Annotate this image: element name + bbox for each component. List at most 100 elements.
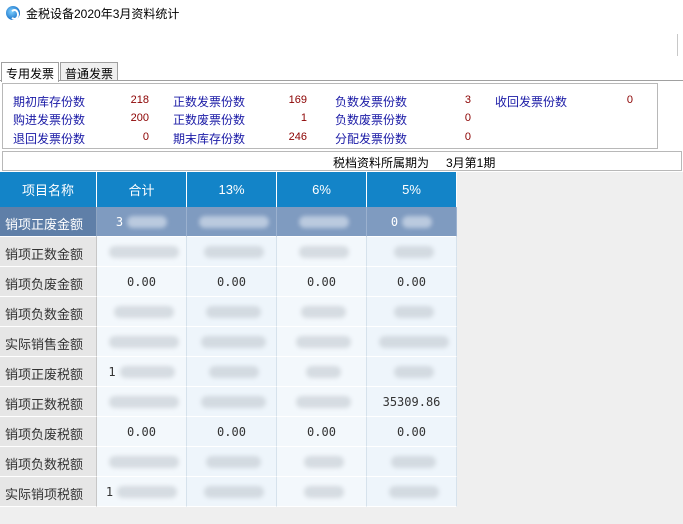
table-cell[interactable]: 0.00 [277, 417, 367, 447]
redaction-mask [108, 395, 179, 408]
table-cell[interactable] [187, 297, 277, 327]
table-cell[interactable] [277, 237, 367, 267]
table-cell[interactable] [277, 327, 367, 357]
table-cell[interactable] [367, 327, 457, 357]
header-rate-6[interactable]: 6% [277, 172, 367, 207]
cell-value: 0.00 [397, 274, 426, 289]
row-label: 销项正废金额 [0, 207, 97, 237]
redaction-mask [393, 365, 434, 378]
table-cell[interactable] [187, 327, 277, 357]
table-cell[interactable] [187, 207, 277, 237]
table-cell[interactable] [277, 387, 367, 417]
redaction-mask [303, 455, 344, 468]
table-cell[interactable] [187, 387, 277, 417]
table-cell[interactable]: 0.00 [187, 267, 277, 297]
closing-stock-value: 246 [288, 131, 307, 143]
table-row[interactable]: 销项负废金额 0.00 0.00 0.00 0.00 [0, 267, 457, 297]
table-cell[interactable]: 0.00 [367, 417, 457, 447]
redaction-mask [206, 455, 261, 468]
table-cell[interactable] [277, 477, 367, 507]
table-cell[interactable]: 0 [367, 207, 457, 237]
redaction-mask [298, 245, 349, 258]
recovered-invoice-label: 收回发票份数 [495, 95, 568, 109]
table-row[interactable]: 销项正废金额 3 0 [0, 207, 457, 237]
table-cell[interactable] [97, 297, 187, 327]
window-title: 金税设备2020年3月资料统计 [26, 7, 180, 21]
table-cell[interactable] [187, 477, 277, 507]
table-row[interactable]: 实际销售金额 [0, 327, 457, 357]
table-cell[interactable] [187, 357, 277, 387]
table-cell[interactable] [367, 237, 457, 267]
cell-value: 0.00 [217, 274, 246, 289]
table-cell[interactable] [97, 447, 187, 477]
table-row[interactable]: 销项负数金额 [0, 297, 457, 327]
row-label: 销项负数税额 [0, 447, 97, 477]
purchased-invoice-label: 购进发票份数 [13, 113, 86, 127]
positive-void-value: 1 [300, 112, 307, 124]
redaction-mask [388, 485, 439, 498]
table-cell[interactable] [367, 297, 457, 327]
cell-value: 1 [105, 484, 114, 499]
period-bar: 税档资料所属期为 3月第1期 [2, 151, 682, 171]
redaction-mask [203, 245, 264, 258]
table-cell[interactable] [97, 387, 187, 417]
table-cell[interactable] [367, 447, 457, 477]
table-cell[interactable] [187, 237, 277, 267]
table-row[interactable]: 销项正数税额 35309.86 [0, 387, 457, 417]
table-cell[interactable]: 35309.86 [367, 387, 457, 417]
table-cell[interactable]: 3 [97, 207, 187, 237]
table-cell[interactable] [367, 477, 457, 507]
tab-special-invoice[interactable]: 专用发票 [1, 62, 60, 82]
toolbar-area [0, 26, 683, 62]
cell-value: 0.00 [127, 424, 156, 439]
negative-void-label: 负数废票份数 [335, 113, 408, 127]
redaction-mask [391, 455, 436, 468]
header-rate-5[interactable]: 5% [367, 172, 457, 207]
table-cell[interactable] [97, 237, 187, 267]
redaction-mask [201, 395, 266, 408]
tab-ordinary-invoice[interactable]: 普通发票 [60, 62, 119, 81]
negative-void-value: 0 [464, 112, 471, 124]
table-cell[interactable] [277, 207, 367, 237]
summary-table: 项目名称 合计 13% 6% 5% 销项正废金额 3 0 销项正数金额 销项负废金额 0.… [0, 172, 683, 524]
table-empty-area [457, 207, 683, 524]
table-cell[interactable]: 0.00 [187, 417, 277, 447]
row-label: 销项负废金额 [0, 267, 97, 297]
table-cell[interactable] [187, 447, 277, 477]
redaction-mask [378, 335, 449, 348]
table-cell[interactable]: 1 [97, 357, 187, 387]
distributed-invoice-value: 0 [464, 131, 471, 143]
table-row[interactable]: 销项正废税额 1 [0, 357, 457, 387]
table-cell[interactable]: 0.00 [97, 417, 187, 447]
redaction-mask [296, 395, 351, 408]
redaction-mask [127, 215, 168, 228]
table-cell[interactable] [277, 447, 367, 477]
table-row[interactable]: 销项正数金额 [0, 237, 457, 267]
redaction-mask [108, 455, 179, 468]
distributed-invoice-label: 分配发票份数 [335, 132, 408, 146]
table-cell[interactable]: 0.00 [367, 267, 457, 297]
header-rate-13[interactable]: 13% [187, 172, 277, 207]
header-total[interactable]: 合计 [97, 172, 187, 207]
table-cell[interactable] [277, 357, 367, 387]
cell-value: 1 [108, 364, 116, 379]
invoice-stats-panel: 期初库存份数 218 正数发票份数 169 负数发票份数 3 收回发票份数 0 … [2, 83, 658, 149]
table-row[interactable]: 销项负数税额 [0, 447, 457, 477]
toolbar-divider [677, 34, 678, 56]
table-row[interactable]: 销项负废税额 0.00 0.00 0.00 0.00 [0, 417, 457, 447]
positive-void-label: 正数废票份数 [173, 113, 246, 127]
table-cell[interactable]: 1 [97, 477, 187, 507]
redaction-mask [108, 245, 179, 258]
table-cell[interactable]: 0.00 [277, 267, 367, 297]
table-cell[interactable]: 0.00 [97, 267, 187, 297]
redaction-mask [393, 305, 434, 318]
header-item-name[interactable]: 项目名称 [0, 172, 97, 207]
table-cell[interactable] [277, 297, 367, 327]
table-cell[interactable] [367, 357, 457, 387]
cell-value: 0.00 [217, 424, 246, 439]
returned-invoice-value: 0 [142, 131, 149, 143]
invoice-type-tabs: 专用发票 普通发票 [0, 62, 683, 82]
table-row[interactable]: 实际销项税额 1 [0, 477, 457, 507]
table-cell[interactable] [97, 327, 187, 357]
redaction-mask [301, 305, 346, 318]
